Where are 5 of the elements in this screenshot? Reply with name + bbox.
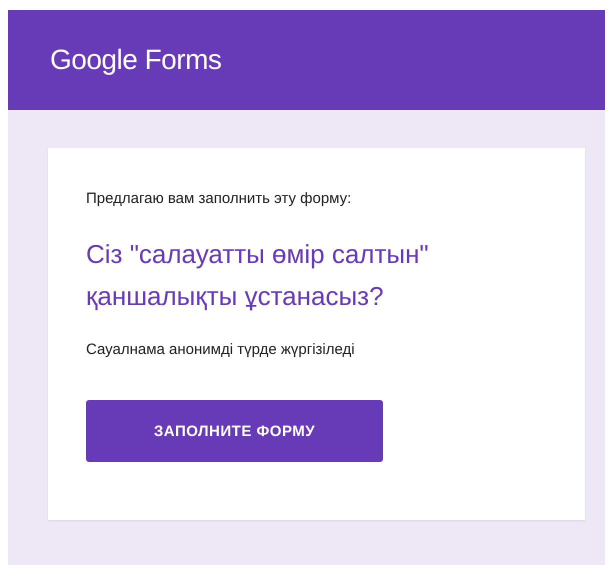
intro-text: Предлагаю вам заполнить эту форму:: [86, 190, 352, 207]
fill-form-button[interactable]: ЗАПОЛНИТЕ ФОРМУ: [86, 400, 383, 462]
note-text: Сауалнама анонимді түрде жүргізіледі: [86, 341, 356, 358]
logo: Google Forms: [50, 44, 222, 76]
form-title: Сіз "салауатты өмір салтын" қаншалықты ұстанасыз?: [86, 238, 430, 313]
